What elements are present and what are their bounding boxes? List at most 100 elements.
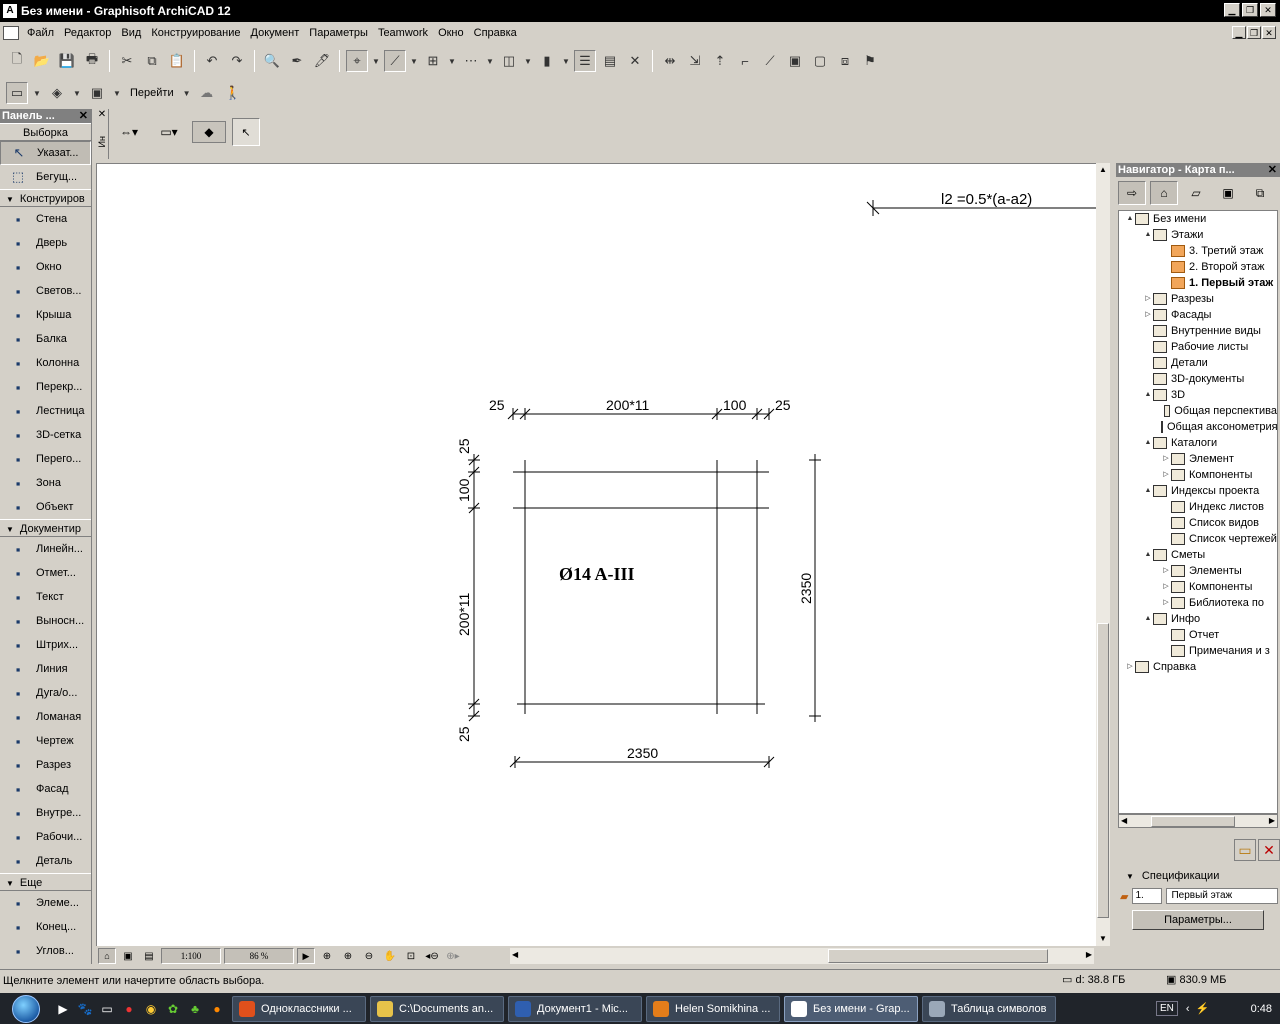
group-design[interactable]: Конструиров (0, 189, 91, 207)
taskbar-button[interactable]: Без имени - Grap... (784, 995, 918, 1022)
layout-book-icon[interactable]: ▣ (1214, 181, 1242, 205)
layer-combination-icon[interactable]: ▤ (140, 948, 158, 964)
eraser-icon[interactable]: ◆ (192, 121, 226, 143)
find-select-icon[interactable]: 🔍 (261, 50, 283, 72)
tree-horizontal-scrollbar[interactable]: ◀ ▶ (1118, 814, 1278, 828)
tool-zone[interactable]: ▪ Зона (0, 471, 91, 495)
story-number-field[interactable]: 1. (1132, 888, 1163, 904)
dropdown-arrow-icon[interactable]: ▼ (371, 57, 381, 66)
tool-fill[interactable]: ▪ Штрих... (0, 633, 91, 657)
zoom-field[interactable]: 86 % (224, 948, 294, 964)
tree-node[interactable]: 1. Первый этаж (1119, 275, 1277, 291)
zoom-in-area-icon[interactable]: ⊕ (318, 948, 336, 964)
close-icon[interactable]: ✕ (1268, 163, 1277, 177)
construction-grid-icon[interactable]: ⋯ (460, 50, 482, 72)
3d-window-icon[interactable]: ◈ (46, 82, 68, 104)
tree-node[interactable]: ▷ Компоненты (1119, 579, 1277, 595)
story-name-field[interactable]: Первый этаж (1166, 888, 1278, 904)
pan-icon[interactable]: ✋ (381, 948, 399, 964)
tree-node[interactable]: ▲ 3D (1119, 387, 1277, 403)
zoom-out-icon[interactable]: ⊖ (360, 948, 378, 964)
save-icon[interactable]: 💾 (56, 50, 78, 72)
print-icon[interactable]: 🖶 (81, 50, 103, 72)
snap-icon[interactable]: ⟋ (384, 50, 406, 72)
opera-icon[interactable]: ● (118, 998, 140, 1020)
expand-toggle-icon[interactable]: ▷ (1143, 291, 1153, 307)
expand-toggle-icon[interactable]: ▷ (1143, 307, 1153, 323)
fillet-icon[interactable]: ⌐ (734, 50, 756, 72)
taskbar-button[interactable]: Документ1 - Mic... (508, 995, 642, 1022)
expand-toggle-icon[interactable]: ▷ (1125, 659, 1135, 675)
close-button[interactable]: ✕ (1260, 3, 1276, 17)
specs-toggle[interactable]: Спецификации (1120, 868, 1278, 884)
document-icon[interactable] (3, 26, 19, 40)
tool-drawing[interactable]: ▪ Чертеж (0, 729, 91, 753)
tool-wall[interactable]: ▪ Стена (0, 207, 91, 231)
icq-icon[interactable]: ✿ (162, 998, 184, 1020)
dropdown-arrow-icon[interactable]: ▼ (447, 57, 457, 66)
open-icon[interactable]: 📂 (31, 50, 53, 72)
tool-polyline[interactable]: ▪ Ломаная (0, 705, 91, 729)
tree-node[interactable]: Индекс листов (1119, 499, 1277, 515)
tool-detail[interactable]: ▪ Деталь (0, 849, 91, 873)
torrent-icon[interactable]: ♣ (184, 998, 206, 1020)
dropdown-arrow-icon[interactable]: ▼ (32, 89, 42, 98)
tool-text[interactable]: ▪ Текст (0, 585, 91, 609)
group-document[interactable]: Документир (0, 519, 91, 537)
trace-icon[interactable]: ☰ (574, 50, 596, 72)
tool-interior-elevation[interactable]: ▪ Внутре... (0, 801, 91, 825)
distribute-icon[interactable]: ⇲ (684, 50, 706, 72)
tool-arrow[interactable]: ↖ Указат... (0, 141, 91, 165)
grid-snap-icon[interactable]: ⊞ (422, 50, 444, 72)
horizontal-scrollbar[interactable]: ◀ ▶ (510, 948, 1094, 964)
media-player-icon[interactable]: ▶ (52, 998, 74, 1020)
scroll-left-icon[interactable]: ◀ (512, 950, 518, 959)
scroll-thumb[interactable] (1151, 816, 1235, 827)
expand-toggle-icon[interactable]: ▲ (1143, 387, 1153, 403)
tree-node[interactable]: Общая аксонометрия (1119, 419, 1277, 435)
layers-icon[interactable]: ◫ (498, 50, 520, 72)
menu-options[interactable]: Параметры (304, 27, 373, 39)
dropdown-arrow-icon[interactable]: ▼ (72, 89, 82, 98)
tree-node[interactable]: 3D-документы (1119, 371, 1277, 387)
previous-zoom-icon[interactable]: ◂⊖ (423, 948, 441, 964)
tree-node[interactable]: ▲ Индексы проекта (1119, 483, 1277, 499)
tree-node[interactable]: ▷ Разрезы (1119, 291, 1277, 307)
adjust-icon[interactable]: ⟋ (759, 50, 781, 72)
tool-object[interactable]: ▪ Объект (0, 495, 91, 519)
expand-toggle-icon[interactable]: ▲ (1143, 227, 1153, 243)
navigator-mode-icon[interactable]: ⇨ (1118, 181, 1146, 205)
tool-window[interactable]: ▪ Окно (0, 255, 91, 279)
scroll-up-icon[interactable]: ▲ (1096, 163, 1110, 177)
doc-minimize-button[interactable]: ▁ (1232, 26, 1246, 39)
settings-button[interactable]: Параметры... (1132, 910, 1264, 930)
group-more[interactable]: Еще (0, 873, 91, 891)
group-icon[interactable]: ▣ (784, 50, 806, 72)
close-icon[interactable]: ✕ (96, 109, 108, 120)
tree-node[interactable]: Примечания и з (1119, 643, 1277, 659)
tool-arc[interactable]: ▪ Дуга/о... (0, 681, 91, 705)
start-button[interactable] (0, 993, 52, 1024)
tree-node[interactable]: Список видов (1119, 515, 1277, 531)
chrome-icon[interactable]: ◉ (140, 998, 162, 1020)
zoom-arrow-icon[interactable]: ▶ (297, 948, 315, 964)
scroll-down-icon[interactable]: ▼ (1096, 932, 1110, 946)
taskbar-button[interactable]: Таблица символов (922, 995, 1056, 1022)
expand-toggle-icon[interactable]: ▲ (1143, 547, 1153, 563)
dropdown-arrow-icon[interactable]: ▼ (112, 89, 122, 98)
tree-node[interactable]: Общая перспектива (1119, 403, 1277, 419)
tool-section[interactable]: ▪ Разрез (0, 753, 91, 777)
doc-close-button[interactable]: ✕ (1262, 26, 1276, 39)
tool-elevation[interactable]: ▪ Фасад (0, 777, 91, 801)
tool-worksheet[interactable]: ▪ Рабочи... (0, 825, 91, 849)
tool-mesh[interactable]: ▪ 3D-сетка (0, 423, 91, 447)
goto-button[interactable]: Перейти (126, 87, 178, 99)
solid-operations-icon[interactable]: ⧈ (834, 50, 856, 72)
publisher-icon[interactable]: ⧉ (1246, 181, 1274, 205)
gravity-icon[interactable]: ⌖ (346, 50, 368, 72)
network-icon[interactable]: ⚡ (1196, 1002, 1210, 1015)
menu-view[interactable]: Вид (116, 27, 146, 39)
menu-file[interactable]: Файл (22, 27, 59, 39)
elevate-icon[interactable]: ⇡ (709, 50, 731, 72)
vertical-scrollbar[interactable]: ▲ ▼ (1096, 163, 1110, 946)
